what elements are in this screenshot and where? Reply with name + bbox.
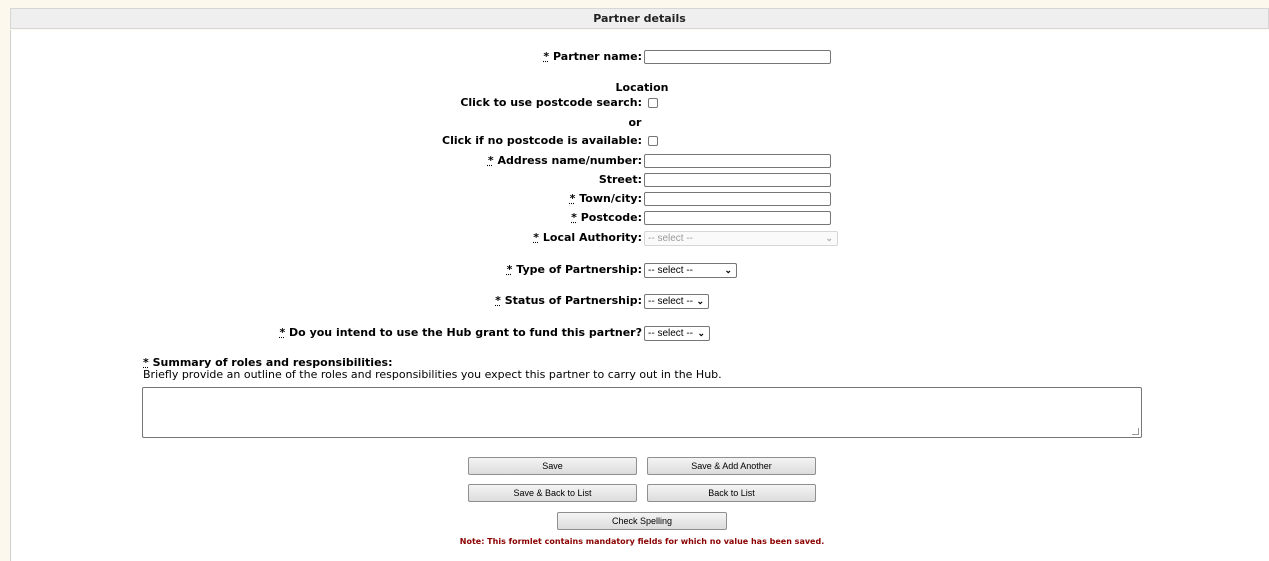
chevron-down-icon: ⌄ bbox=[697, 328, 705, 338]
local-authority-select: -- select -- ⌄ bbox=[644, 231, 838, 246]
postcode-search-checkbox[interactable] bbox=[648, 98, 658, 108]
resize-grip-icon[interactable] bbox=[1132, 428, 1139, 435]
status-of-partnership-selected: -- select -- bbox=[648, 296, 693, 307]
section-title: Partner details bbox=[593, 12, 686, 25]
summary-textarea[interactable] bbox=[142, 387, 1142, 438]
partner-name-input[interactable] bbox=[644, 50, 831, 64]
hub-grant-label: * Do you intend to use the Hub grant to … bbox=[279, 326, 642, 339]
check-spelling-button[interactable]: Check Spelling bbox=[557, 512, 727, 530]
section-header: Partner details bbox=[10, 8, 1269, 29]
postcode-input[interactable] bbox=[644, 211, 831, 225]
status-of-partnership-label: * Status of Partnership: bbox=[495, 294, 642, 307]
required-marker: * bbox=[495, 294, 501, 307]
save-button[interactable]: Save bbox=[468, 457, 637, 475]
no-postcode-label: Click if no postcode is available: bbox=[442, 134, 642, 147]
street-input[interactable] bbox=[644, 173, 831, 187]
postcode-label: * Postcode: bbox=[571, 211, 642, 224]
required-marker: * bbox=[543, 50, 550, 63]
hub-grant-selected: -- select -- bbox=[648, 328, 693, 339]
required-marker: * bbox=[279, 326, 286, 339]
type-of-partnership-label: * Type of Partnership: bbox=[506, 263, 642, 276]
summary-help-text: Briefly provide an outline of the roles … bbox=[143, 368, 722, 381]
hub-grant-select[interactable]: -- select -- ⌄ bbox=[644, 326, 710, 341]
town-input[interactable] bbox=[644, 192, 831, 206]
type-of-partnership-select[interactable]: -- select -- ⌄ bbox=[644, 263, 737, 278]
save-back-to-list-button[interactable]: Save & Back to List bbox=[468, 484, 637, 502]
back-to-list-button[interactable]: Back to List bbox=[647, 484, 816, 502]
mandatory-fields-note: Note: This formlet contains mandatory fi… bbox=[459, 537, 825, 546]
status-of-partnership-select[interactable]: -- select -- ⌄ bbox=[644, 294, 709, 309]
local-authority-label: * Local Authority: bbox=[533, 231, 642, 244]
street-label: Street: bbox=[598, 173, 642, 186]
required-marker: * bbox=[569, 192, 576, 205]
postcode-search-label: Click to use postcode search: bbox=[460, 96, 642, 109]
town-label: * Town/city: bbox=[569, 192, 642, 205]
save-add-another-button[interactable]: Save & Add Another bbox=[647, 457, 816, 475]
address-label: * Address name/number: bbox=[487, 154, 642, 167]
location-heading: Location bbox=[615, 81, 669, 94]
partner-name-label: * Partner name: bbox=[543, 50, 642, 63]
required-marker: * bbox=[506, 263, 513, 276]
chevron-down-icon: ⌄ bbox=[724, 265, 732, 275]
chevron-down-icon: ⌄ bbox=[696, 296, 704, 306]
chevron-down-icon: ⌄ bbox=[825, 233, 833, 243]
required-marker: * bbox=[487, 154, 494, 167]
required-marker: * bbox=[533, 231, 540, 244]
no-postcode-checkbox[interactable] bbox=[648, 136, 658, 146]
or-text: or bbox=[628, 116, 642, 129]
type-of-partnership-selected: -- select -- bbox=[648, 265, 693, 276]
address-input[interactable] bbox=[644, 154, 831, 168]
required-marker: * bbox=[571, 211, 577, 224]
local-authority-selected: -- select -- bbox=[648, 233, 693, 244]
